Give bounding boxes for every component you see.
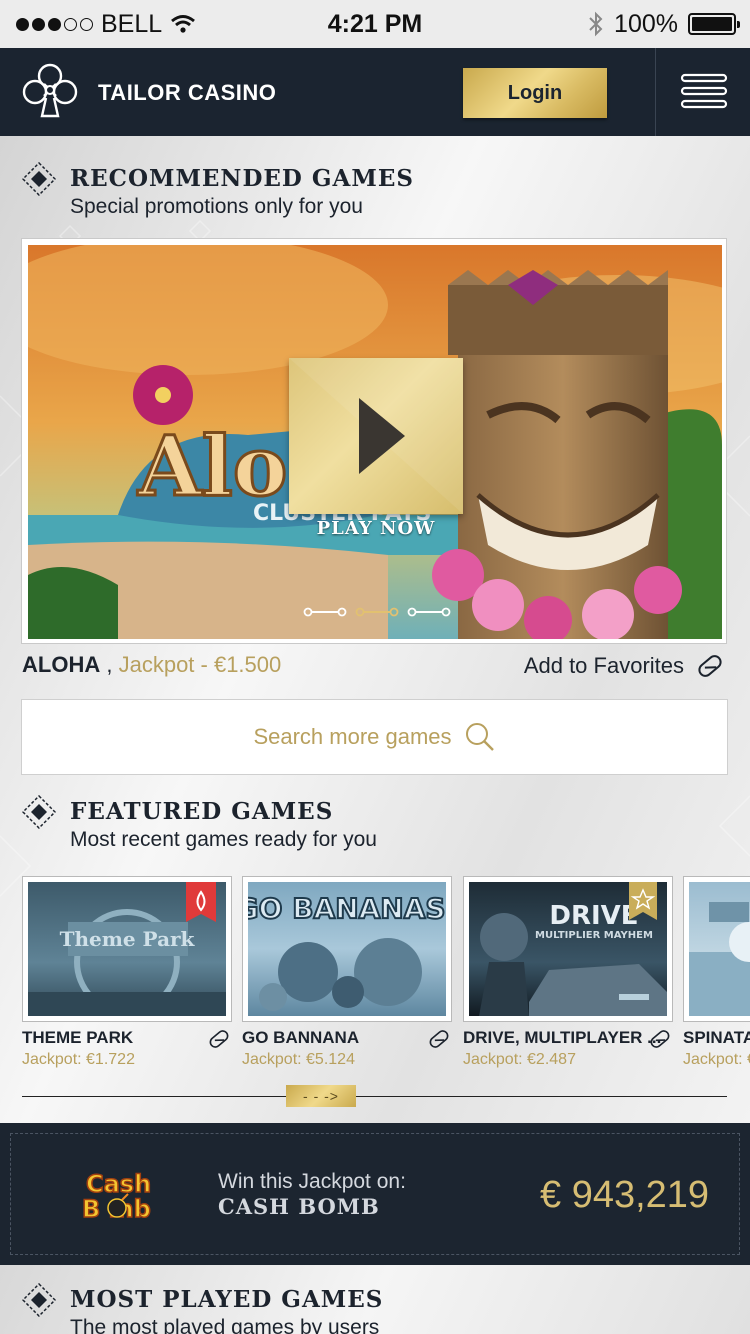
search-label: Search more games [253,724,452,749]
carousel-indicator [303,606,451,618]
jackpot-game-name: CASH BOMB [218,1194,380,1219]
carousel-dot-3[interactable] [407,606,451,618]
hot-badge-icon [186,882,216,922]
diamond-icon [22,795,56,829]
battery-percent: 100% [614,9,678,38]
header-divider [655,48,656,136]
carousel-scroll-handle[interactable]: - - -> [286,1085,356,1107]
add-to-favorites-label: Add to Favorites [523,653,684,678]
carousel-scroll-track [22,1096,727,1097]
game-card[interactable]: Theme Park THEME PARK Jackpot: €1.722 [22,876,232,1069]
status-left: BELL [16,10,196,39]
most-played-title: MOST PLAYED GAMES [70,1286,384,1313]
svg-text:MULTIPLIER MAYHEM: MULTIPLIER MAYHEM [535,930,653,941]
signal-strength-icon [16,17,93,31]
game-thumbnail[interactable]: GO BANANAS! [242,876,452,1022]
play-now-label[interactable]: PLAY NOW [289,518,463,539]
bookmark-tag-icon[interactable] [647,1026,673,1052]
go-bananas-artwork: GO BANANAS! [248,891,446,1011]
jackpot-prefix: Win this Jackpot on: [218,1170,406,1193]
svg-text:Cash: Cash [86,1170,151,1198]
svg-text:DRIVE: DRIVE [549,901,638,931]
bookmark-tag-icon[interactable] [426,1026,452,1052]
play-now-button[interactable] [289,358,463,514]
game-title: SPINATA G [683,1028,750,1047]
bookmark-tag-icon [698,655,722,677]
featured-game-name[interactable]: ALOHA [22,652,100,677]
cash-bomb-logo[interactable]: Cash B mb [80,1168,186,1220]
game-thumbnail[interactable] [683,876,750,1022]
brand-name: TAILOR CASINO [98,80,277,105]
game-thumbnail[interactable]: DRIVE MULTIPLIER MAYHEM [463,876,673,1022]
most-played-subtitle: The most played games by users [70,1316,380,1334]
jackpot-amount: € 943,219 [540,1174,710,1216]
game-jackpot: Jackpot: € [683,1051,750,1068]
search-more-games-button[interactable]: Search more games [21,699,728,775]
wifi-icon [171,15,196,33]
star-badge-icon [629,882,657,920]
recommended-subtitle: Special promotions only for you [70,195,363,218]
game-card[interactable]: GO BANANAS! GO BANNANA Jackpot: €5.124 [242,876,452,1069]
diamond-icon [22,162,56,196]
game-card[interactable]: DRIVE MULTIPLIER MAYHEM DRIVE, MULTIPLAY… [463,876,673,1069]
featured-game-jackpot: Jackpot - €1.500 [118,652,282,677]
featured-title: FEATURED GAMES [70,798,334,825]
carrier-label: BELL [101,9,163,38]
featured-game-info: ALOHA , Jackpot - €1.500 [22,652,281,678]
svg-text:GO BANANAS!: GO BANANAS! [248,892,446,925]
game-title: GO BANNANA [242,1028,360,1047]
search-icon [465,723,494,751]
game-card[interactable]: SPINATA G Jackpot: € [683,876,750,1069]
game-thumbnail[interactable]: Theme Park [22,876,232,1022]
game-jackpot: Jackpot: €1.722 [22,1051,135,1068]
status-right: 100% [588,9,740,39]
hamburger-menu-icon[interactable] [680,72,728,110]
featured-subtitle: Most recent games ready for you [70,828,377,851]
featured-games-list: Theme Park THEME PARK Jackpot: €1.722 GO [22,876,750,1076]
carousel-dot-2-active[interactable] [355,606,399,618]
most-played-section: MOST PLAYED GAMES The most played games … [0,1265,750,1334]
club-logo-icon[interactable] [20,60,80,122]
carousel-dot-1[interactable] [303,606,347,618]
game-jackpot: Jackpot: €2.487 [463,1051,576,1068]
play-icon [289,358,463,514]
add-to-favorites-button[interactable]: Add to Favorites [524,650,726,682]
svg-text:Theme Park: Theme Park [60,927,196,951]
game-title: THEME PARK [22,1028,134,1047]
name-separator: , [106,652,113,677]
bookmark-tag-icon[interactable] [206,1026,232,1052]
bluetooth-icon [589,11,603,37]
spinata-artwork [689,902,750,1016]
login-button[interactable]: Login [463,68,607,118]
battery-icon [688,13,740,35]
diamond-icon [22,1283,56,1317]
app-header: TAILOR CASINO Login [0,48,750,136]
recommended-title: RECOMMENDED GAMES [70,165,414,192]
game-title: DRIVE, MULTIPLAYER ... [463,1028,662,1047]
status-bar: BELL 4:21 PM 100% [0,0,750,48]
game-jackpot: Jackpot: €5.124 [242,1051,355,1068]
